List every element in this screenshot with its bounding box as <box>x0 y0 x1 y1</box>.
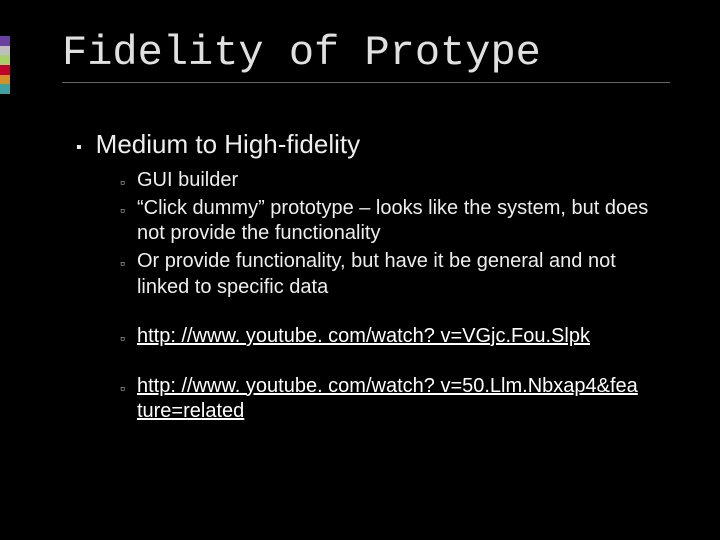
title-block: Fidelity of Protype <box>50 30 670 83</box>
link-text[interactable]: http: //www. youtube. com/watch? v=VGjc.… <box>137 324 590 350</box>
bullet-icon: ▫ <box>120 380 125 398</box>
item-text: Or provide functionality, but have it be… <box>137 249 670 300</box>
list-item: ▫ GUI builder <box>120 168 670 194</box>
bullet-icon: ▫ <box>120 174 125 192</box>
bullet-icon: ▫ <box>120 202 125 220</box>
list-item: ▫ http: //www. youtube. com/watch? v=50.… <box>120 374 670 425</box>
item-text: “Click dummy” prototype – looks like the… <box>137 196 670 247</box>
accent-stripe <box>0 36 10 94</box>
heading-text: Medium to High-fidelity <box>96 129 360 160</box>
item-text: GUI builder <box>137 168 238 194</box>
list-item: ▫ Or provide functionality, but have it … <box>120 249 670 300</box>
link-text[interactable]: http: //www. youtube. com/watch? v=50.Ll… <box>137 374 670 425</box>
list-item: ▫ http: //www. youtube. com/watch? v=VGj… <box>120 324 670 350</box>
bullet-icon: ▫ <box>120 255 125 273</box>
title-rule <box>62 82 670 83</box>
sublist: ▫ GUI builder ▫ “Click dummy” prototype … <box>76 168 670 425</box>
list-item: ▪ Medium to High-fidelity <box>76 129 670 160</box>
content-block: ▪ Medium to High-fidelity ▫ GUI builder … <box>50 129 670 425</box>
bullet-icon: ▫ <box>120 330 125 348</box>
list-item: ▫ “Click dummy” prototype – looks like t… <box>120 196 670 247</box>
bullet-icon: ▪ <box>76 139 82 157</box>
slide: Fidelity of Protype ▪ Medium to High-fid… <box>0 0 720 540</box>
slide-title: Fidelity of Protype <box>62 30 670 76</box>
